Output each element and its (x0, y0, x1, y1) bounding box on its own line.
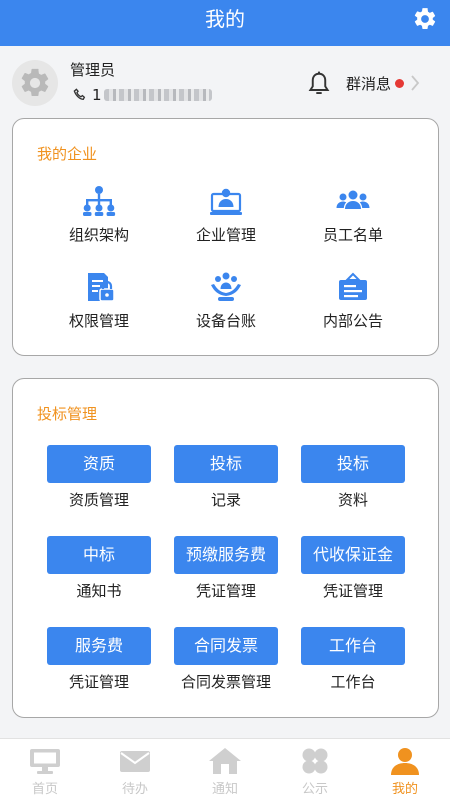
tab-mine[interactable]: 我的 (360, 739, 450, 800)
enterprise-manage-icon (210, 188, 242, 215)
user-name: 管理员 (70, 61, 116, 79)
qualification-button[interactable]: 资质 (47, 445, 151, 483)
tab-home[interactable]: 首页 (0, 739, 90, 800)
tab-todo[interactable]: 待办 (90, 739, 180, 800)
internal-notice-label: 内部公告 (322, 312, 383, 330)
internal-notice-item[interactable]: 内部公告 (293, 271, 413, 331)
bell-icon[interactable] (306, 70, 332, 98)
clover-icon (302, 748, 328, 774)
deposit-collection-caption: 凭证管理 (322, 582, 383, 600)
service-fee-button[interactable]: 服务费 (47, 627, 151, 665)
qualification-caption: 资质管理 (68, 491, 129, 509)
enterprise-manage-label: 企业管理 (195, 226, 256, 244)
org-structure-item[interactable]: 组织架构 (39, 185, 159, 245)
app-header: 我的 (0, 0, 450, 46)
bid-documents-caption: 资料 (337, 491, 368, 509)
contract-invoice-tile[interactable]: 合同发票 合同发票管理 (166, 627, 286, 692)
avatar[interactable] (12, 60, 58, 106)
prepaid-fee-button[interactable]: 预缴服务费 (174, 536, 278, 574)
tab-home-label: 首页 (31, 782, 58, 797)
unread-badge (395, 78, 405, 88)
enterprise-card: 我的企业 组织架构 企业管理 员工名单 权限管理 设备台账 内部公告 (12, 118, 439, 356)
permission-manage-item[interactable]: 权限管理 (39, 271, 159, 331)
group-message-link[interactable]: 群消息 (346, 72, 420, 94)
notice-board-icon (339, 272, 367, 300)
device-ledger-label: 设备台账 (195, 312, 256, 330)
phone-row: 1 (72, 84, 212, 106)
qualification-tile[interactable]: 资质 资质管理 (39, 445, 159, 510)
tab-publicity-label: 公示 (301, 782, 328, 797)
employee-list-item[interactable]: 员工名单 (293, 185, 413, 245)
group-message-label: 群消息 (346, 74, 392, 93)
person-icon (391, 748, 419, 775)
envelope-icon (120, 751, 150, 772)
workbench-button[interactable]: 工作台 (301, 627, 405, 665)
tab-publicity[interactable]: 公示 (270, 739, 360, 800)
tab-mine-label: 我的 (391, 782, 418, 797)
deposit-collection-button[interactable]: 代收保证金 (301, 536, 405, 574)
workbench-caption: 工作台 (330, 673, 376, 691)
prepaid-fee-tile[interactable]: 预缴服务费 凭证管理 (166, 536, 286, 601)
contract-invoice-button[interactable]: 合同发票 (174, 627, 278, 665)
device-ledger-icon (211, 272, 241, 301)
employee-list-label: 员工名单 (322, 226, 383, 244)
bid-documents-tile[interactable]: 投标 资料 (293, 445, 413, 510)
org-structure-label: 组织架构 (68, 226, 129, 244)
enterprise-section-title: 我的企业 (37, 145, 98, 163)
chevron-right-icon (411, 75, 420, 91)
tab-todo-label: 待办 (121, 782, 148, 797)
employees-icon (336, 190, 370, 209)
enterprise-manage-item[interactable]: 企业管理 (166, 185, 286, 245)
org-chart-icon (83, 186, 116, 216)
monitor-icon (30, 749, 60, 774)
bidding-section-title: 投标管理 (37, 405, 98, 423)
permission-lock-icon (88, 273, 115, 302)
permission-manage-label: 权限管理 (68, 312, 129, 330)
bid-record-button[interactable]: 投标 (174, 445, 278, 483)
avatar-gear-icon (21, 68, 49, 97)
bid-record-tile[interactable]: 投标 记录 (166, 445, 286, 510)
award-notice-caption: 通知书 (76, 582, 122, 600)
tab-notice[interactable]: 通知 (180, 739, 270, 800)
phone-number-masked (103, 89, 212, 101)
prepaid-fee-caption: 凭证管理 (195, 582, 256, 600)
bidding-card: 投标管理 资质 资质管理 投标 记录 投标 资料 中标 通知书 预缴服务费 凭证… (12, 378, 439, 718)
phone-number: 1 (92, 86, 102, 104)
workbench-tile[interactable]: 工作台 工作台 (293, 627, 413, 692)
bottom-tab-bar: 首页 待办 通知 公示 我的 (0, 738, 450, 800)
phone-icon (73, 88, 86, 101)
service-fee-tile[interactable]: 服务费 凭证管理 (39, 627, 159, 692)
service-fee-caption: 凭证管理 (68, 673, 129, 691)
house-icon (209, 748, 241, 774)
page-title: 我的 (205, 7, 245, 31)
award-notice-tile[interactable]: 中标 通知书 (39, 536, 159, 601)
tab-notice-label: 通知 (211, 782, 238, 797)
gear-icon[interactable] (412, 6, 438, 32)
deposit-collection-tile[interactable]: 代收保证金 凭证管理 (293, 536, 413, 601)
award-notice-button[interactable]: 中标 (47, 536, 151, 574)
profile-row: 管理员 1 群消息 (0, 56, 450, 112)
device-ledger-item[interactable]: 设备台账 (166, 271, 286, 331)
contract-invoice-caption: 合同发票管理 (180, 673, 271, 691)
bid-record-caption: 记录 (210, 491, 241, 509)
bid-documents-button[interactable]: 投标 (301, 445, 405, 483)
